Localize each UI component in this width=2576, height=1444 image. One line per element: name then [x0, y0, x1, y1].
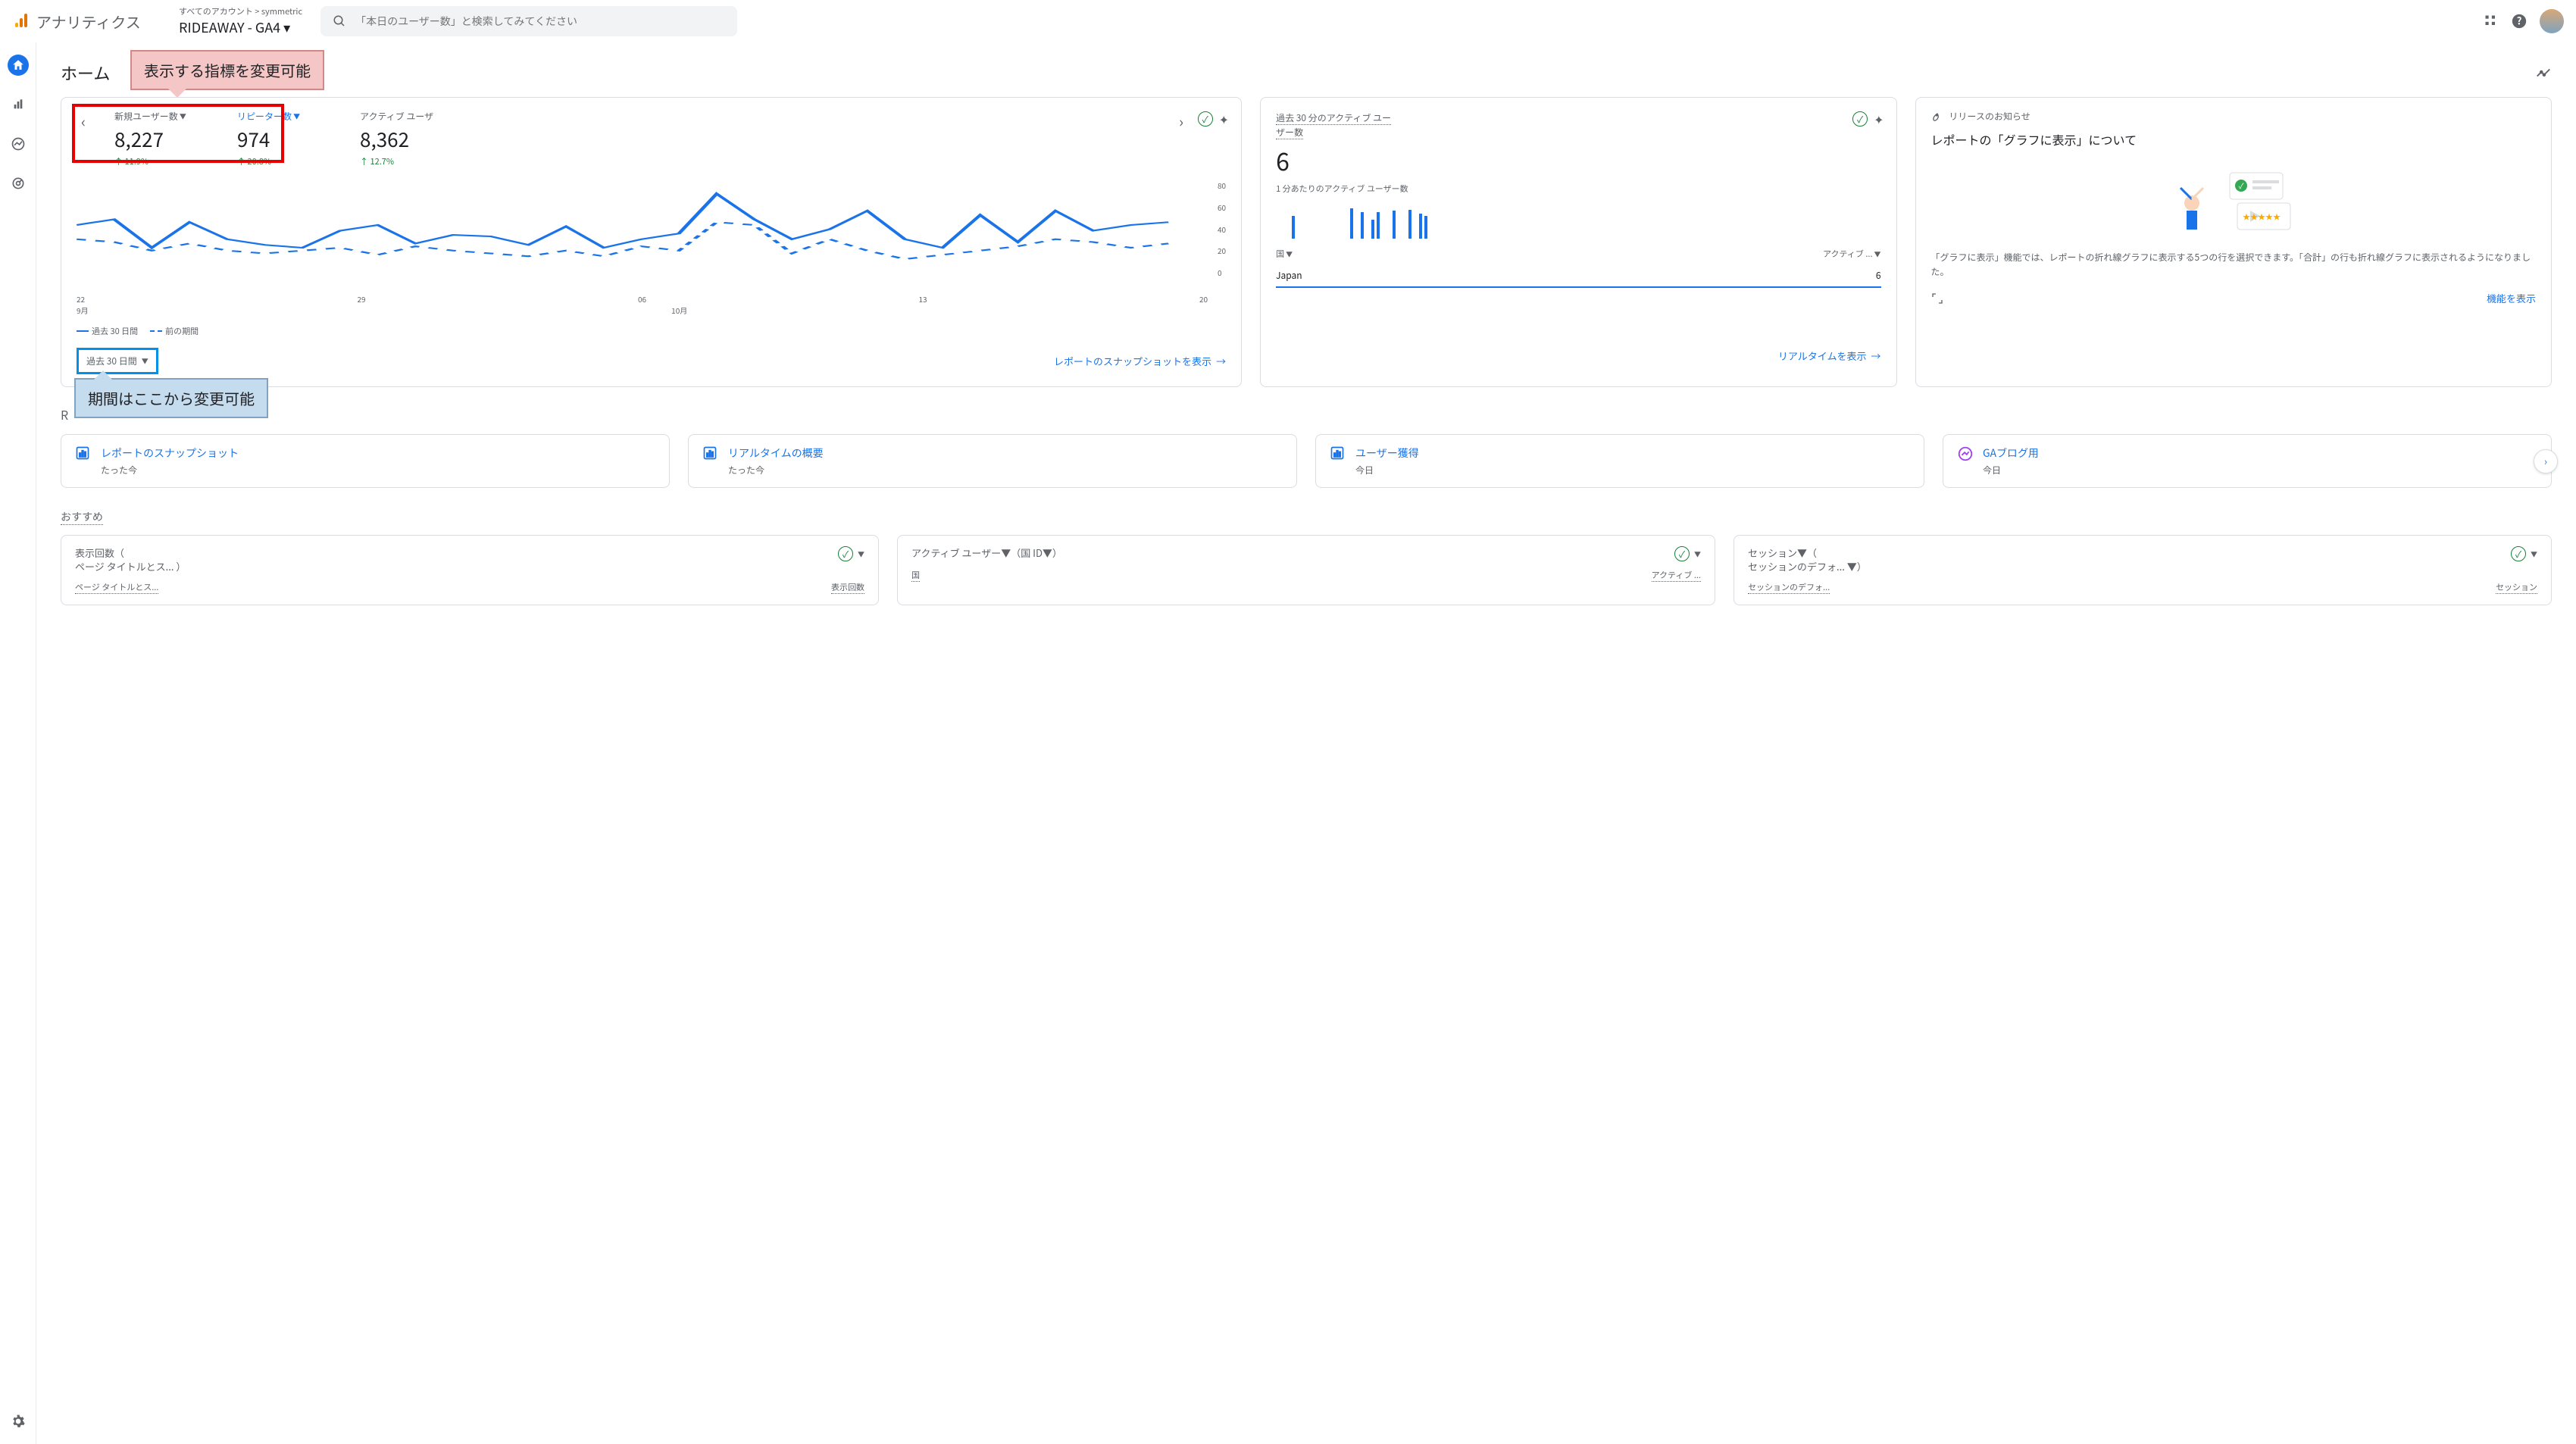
metric-active-users[interactable]: アクティブ ユーザ 8,362 ↑ 12.7% — [360, 110, 458, 167]
report-icon — [1957, 445, 1974, 462]
quick-card-title: GAブログ用 — [1983, 445, 2039, 461]
insights-icon[interactable] — [2535, 64, 2552, 81]
chevron-down-icon[interactable]: ▼ — [1694, 549, 1701, 559]
search-icon — [333, 14, 346, 28]
annotation-daterange: 期間はここから変更可能 — [74, 378, 268, 418]
news-title: レポートの「グラフに表示」について — [1931, 130, 2536, 148]
card-realtime: ✓ ✦ 過去 30 分のアクティブ ユーザー数 6 1 分あたりのアクティブ ユ… — [1260, 97, 1896, 387]
check-icon[interactable]: ✓ — [2511, 546, 2526, 561]
view-snapshot-link[interactable]: レポートのスナップショットを表示 → — [1054, 354, 1226, 368]
bottom-card-title[interactable]: 表示回数（ページ タイトルとス... ） — [75, 546, 186, 574]
bottom-card-2: セッション▼（セッションのデフォ... ▼）✓▼セッションのデフォ...セッショ… — [1733, 535, 2552, 605]
check-icon[interactable]: ✓ — [838, 546, 853, 561]
rt-dimension-dropdown[interactable]: 国 ▼ — [1276, 248, 1293, 260]
arrow-right-icon: → — [1871, 348, 1881, 363]
sidebar-item-home[interactable] — [8, 55, 29, 76]
quick-card-title: リアルタイムの概要 — [728, 445, 824, 461]
chevron-down-icon[interactable]: ▼ — [2531, 549, 2537, 559]
news-illustration: ✓ ★★★★★ — [1931, 158, 2536, 241]
bottom-card-title[interactable]: アクティブ ユーザー▼（国 ID▼） — [911, 546, 1062, 560]
help-icon[interactable]: ? — [2511, 13, 2528, 30]
arrow-right-icon: → — [1216, 354, 1226, 368]
chevron-down-icon: ▼ — [293, 111, 300, 121]
bottom-card-title[interactable]: セッション▼（セッションのデフォ... ▼） — [1748, 546, 1867, 574]
check-icon[interactable]: ✓ — [1852, 111, 1868, 127]
view-realtime-link[interactable]: リアルタイムを表示 → — [1778, 348, 1881, 363]
sidebar-item-advertising[interactable] — [8, 173, 29, 194]
scroll-next-button[interactable]: › — [2534, 449, 2558, 474]
quick-card-3[interactable]: GAブログ用今日 — [1943, 434, 2552, 488]
quick-card-title: ユーザー獲得 — [1355, 445, 1419, 461]
svg-text:✓: ✓ — [2238, 180, 2243, 191]
avatar[interactable] — [2540, 9, 2564, 33]
report-icon — [1330, 445, 1346, 462]
prev-arrow-icon[interactable]: ‹ — [77, 110, 90, 132]
sidebar-item-explore[interactable] — [8, 133, 29, 155]
quick-card-0[interactable]: レポートのスナップショットたった今 — [61, 434, 670, 488]
svg-text:★★★★★: ★★★★★ — [2243, 211, 2281, 222]
bottom-card-0: 表示回数（ページ タイトルとス... ）✓▼ページ タイトルとス...表示回数 — [61, 535, 879, 605]
chevron-down-icon: ▼ — [142, 356, 148, 366]
chevron-down-icon: ▼ — [180, 111, 186, 121]
realtime-bar-chart — [1276, 201, 1880, 239]
next-arrow-icon[interactable]: › — [1174, 110, 1188, 132]
metric-returning-users[interactable]: リピーター数 ▼ 974 ↑ 20.8% — [237, 110, 336, 167]
chevron-down-icon: ▾ — [283, 17, 290, 37]
quick-card-sub: 今日 — [1355, 464, 1419, 477]
svg-text:?: ? — [2517, 14, 2522, 28]
rt-table-row: Japan 6 — [1276, 264, 1880, 288]
legend-previous: 前の期間 — [150, 325, 199, 337]
chevron-down-icon[interactable]: ▼ — [858, 549, 864, 559]
quick-card-sub: たった今 — [728, 464, 824, 477]
ga-logo-icon — [12, 12, 30, 30]
quick-card-2[interactable]: ユーザー獲得今日 — [1315, 434, 1924, 488]
quick-card-sub: 今日 — [1983, 464, 2039, 477]
report-icon — [75, 445, 92, 462]
report-icon — [702, 445, 719, 462]
bottom-card-1: アクティブ ユーザー▼（国 ID▼）✓▼国アクティブ ... — [897, 535, 1715, 605]
check-icon[interactable]: ✓ — [1674, 546, 1690, 561]
apps-icon[interactable] — [2484, 14, 2499, 29]
section-title-recent: R — [61, 405, 68, 424]
card-news: リリースのお知らせ レポートの「グラフに表示」について ✓ — [1915, 97, 2552, 387]
annotation-metrics: 表示する指標を変更可能 — [130, 50, 324, 90]
realtime-sub: 1 分あたりのアクティブ ユーザー数 — [1276, 183, 1880, 195]
logo-text: アナリティクス — [36, 11, 141, 33]
card-metrics: ✓ ✦ ‹ 新規ユーザー数 ▼ 8,227 ↑ 11.9% リピーター数 ▼ 9… — [61, 97, 1242, 387]
page-title: ホーム — [61, 61, 110, 85]
metric-new-users[interactable]: 新規ユーザー数 ▼ 8,227 ↑ 11.9% — [114, 110, 213, 167]
quick-card-1[interactable]: リアルタイムの概要たった今 — [688, 434, 1297, 488]
realtime-label: 過去 30 分のアクティブ ユーザー数 — [1276, 111, 1391, 139]
realtime-value: 6 — [1276, 143, 1880, 178]
section-title-suggest: おすすめ — [61, 509, 103, 525]
sidebar-item-reports[interactable] — [8, 94, 29, 115]
sidebar-item-admin[interactable] — [8, 1411, 29, 1432]
search-bar[interactable] — [320, 6, 737, 36]
view-feature-link[interactable]: 機能を表示 — [2487, 291, 2536, 305]
news-body: 「グラフに表示」機能では、レポートの折れ線グラフに表示する5つの行を選択できます… — [1931, 250, 2536, 279]
search-input[interactable] — [346, 14, 725, 29]
line-chart: 80 60 40 20 0 — [77, 180, 1226, 293]
rocket-icon — [1931, 111, 1943, 123]
expand-icon[interactable] — [1931, 292, 1943, 305]
rt-metric-dropdown[interactable]: アクティブ ... ▼ — [1823, 248, 1880, 260]
account-selector[interactable]: すべてのアカウント > symmetric RIDEAWAY - GA4 ▾ — [179, 2, 302, 40]
sparkle-icon[interactable]: ✦ — [1874, 110, 1884, 128]
quick-card-title: レポートのスナップショット — [101, 445, 239, 461]
quick-card-sub: たった今 — [101, 464, 239, 477]
legend-current: 過去 30 日間 — [77, 325, 138, 337]
date-range-picker[interactable]: 過去 30 日間 ▼ — [77, 348, 158, 374]
